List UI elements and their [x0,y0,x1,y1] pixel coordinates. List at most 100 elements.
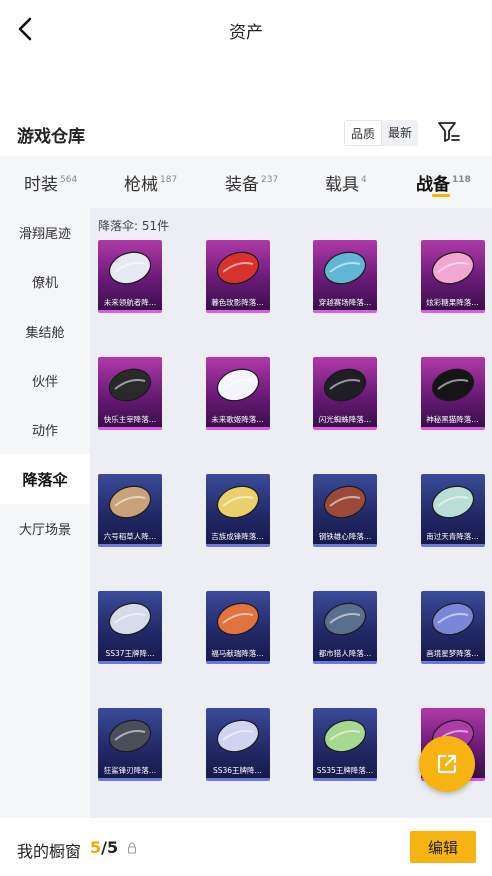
item-panel: 降落伞: 51件 未来领航者降… 暮色玫影降落… 穿越赛场降落… 炫彩糖果降落… 快乐主… [90,208,492,818]
tab-fashion[interactable]: 时装 564 [24,170,77,195]
parachute-thumbnail [216,719,259,753]
tab-label: 时装 [24,175,58,195]
tab-count: 237 [261,175,279,185]
item-name: SS37王牌降… [105,649,155,658]
showcase-current: 5 [90,838,102,857]
parachute-item[interactable]: SS35王牌降落… [313,708,377,781]
parachute-thumbnail [431,485,474,519]
active-tab-indicator [432,194,450,197]
parachute-thumbnail [216,251,259,285]
item-name: 钢铁雄心降落… [318,532,372,541]
sidebar-item-glide-trail[interactable]: 滑翔尾迹 [0,208,90,257]
tab-vehicles[interactable]: 载具 4 [325,170,367,195]
tab-weapons[interactable]: 枪械 187 [124,170,177,195]
filter-icon [438,122,460,142]
parachute-thumbnail [216,368,259,402]
item-count: 降落伞: 51件 [98,219,170,233]
parachute-item[interactable]: SS36王牌降… [205,708,270,781]
lock-icon [128,842,136,854]
parachute-thumbnail [323,602,367,636]
parachute-thumbnail [323,251,367,285]
showcase-total: /5 [101,838,119,857]
parachute-thumbnail [323,719,367,753]
filter-button[interactable] [436,119,462,145]
item-name: 炫彩糖果降落… [426,298,479,307]
parachute-item[interactable]: 暮色玫影降落… [205,240,270,313]
tab-count: 187 [160,175,178,185]
sidebar-item-lobby-scene[interactable]: 大厅场景 [0,504,90,553]
sort-quality-button[interactable]: 品质 [344,120,383,146]
item-grid: 未来领航者降… 暮色玫影降落… 穿越赛场降落… 炫彩糖果降落… 快乐主宰降落… 未来歌姬降… [98,240,485,781]
showcase-label: 我的橱窗 [17,842,82,861]
item-name: 狂鲨锋刃降落… [103,766,157,775]
item-name: 画境星梦降落… [426,649,479,658]
showcase-count: 5/5 [90,838,118,857]
tab-count: 4 [361,175,367,185]
share-button[interactable] [419,736,475,792]
parachute-thumbnail [323,485,367,519]
category-tabs: 时装 564 枪械 187 装备 237 载具 4 战备 118 [0,156,492,208]
sidebar-item-parachute[interactable]: 降落伞 [0,454,90,504]
sidebar-item-emote[interactable]: 动作 [0,405,90,454]
sort-newest-button[interactable]: 最新 [382,120,418,146]
item-name: SS36王牌降… [212,766,263,775]
parachute-item[interactable]: 六号稻草人降… [98,474,162,547]
parachute-item[interactable]: 未来领航者降… [98,240,162,313]
parachute-thumbnail [108,485,152,519]
parachute-item[interactable]: 快乐主宰降落… [98,357,162,430]
item-name: 六号稻草人降… [103,532,157,541]
tab-count: 118 [452,175,471,185]
tab-count: 564 [60,175,78,185]
parachute-thumbnail [108,368,152,402]
parachute-item[interactable]: 钢铁雄心降落… [313,474,377,547]
tab-label: 载具 [325,175,359,195]
sidebar: 滑翔尾迹 僚机 集结舱 伙伴 动作 降落伞 大厅场景 [0,208,90,818]
parachute-item[interactable]: 神秘黑猫降落… [420,357,485,430]
parachute-item[interactable]: 狂鲨锋刃降落… [98,708,162,781]
warehouse-title: 游戏仓库 [17,127,85,147]
edit-button[interactable]: 编辑 [410,831,476,863]
external-link-icon [437,754,457,774]
sort-toggle: 品质 最新 [344,120,419,146]
sidebar-item-wingman[interactable]: 僚机 [0,257,90,306]
parachute-item[interactable]: 穿越赛场降落… [313,240,377,313]
parachute-thumbnail [108,719,152,753]
showcase-bar: 我的橱窗 5/5 编辑 [0,818,492,876]
parachute-thumbnail [108,602,152,636]
item-name: 未来歌姬降落… [211,415,264,424]
item-name: 闪光蜘蛛降落… [318,415,372,424]
warehouse-header: 游戏仓库 品质 最新 [0,112,492,152]
parachute-item[interactable]: 都市猎人降落… [313,591,377,664]
parachute-item[interactable]: 炫彩糖果降落… [420,240,485,313]
item-name: 快乐主宰降落… [103,415,157,424]
parachute-thumbnail [108,251,152,285]
tab-combat-gear[interactable]: 战备 118 [416,170,471,195]
top-bar: 资产 [0,0,492,58]
item-name: 福马献瑞降落… [211,649,264,658]
sidebar-item-assembly-pod[interactable]: 集结舱 [0,307,90,356]
item-name: 穿越赛场降落… [318,298,372,307]
tab-label: 枪械 [124,175,158,195]
parachute-thumbnail [431,602,474,636]
item-name: 暮色玫影降落… [211,298,264,307]
parachute-item[interactable]: 画境星梦降落… [420,591,485,664]
parachute-item[interactable]: 未来歌姬降落… [205,357,270,430]
parachute-thumbnail [431,368,474,402]
parachute-item[interactable]: 南过天青降落… [420,474,485,547]
page-title: 资产 [229,23,263,43]
parachute-thumbnail [431,251,474,285]
parachute-item[interactable]: 吉族成锋降落… [205,474,270,547]
parachute-item[interactable]: 福马献瑞降落… [205,591,270,664]
item-name: 未来领航者降… [103,298,157,307]
tab-equipment[interactable]: 装备 237 [225,170,278,195]
item-name: SS35王牌降落… [316,766,374,775]
parachute-thumbnail [323,368,367,402]
parachute-item[interactable]: SS37王牌降… [98,591,162,664]
item-name: 吉族成锋降落… [211,532,264,541]
parachute-item[interactable]: 闪光蜘蛛降落… [313,357,377,430]
tab-label: 装备 [225,175,259,195]
parachute-thumbnail [216,602,259,636]
sidebar-item-companion[interactable]: 伙伴 [0,356,90,405]
item-name: 南过天青降落… [426,532,479,541]
tab-label: 战备 [416,175,450,195]
